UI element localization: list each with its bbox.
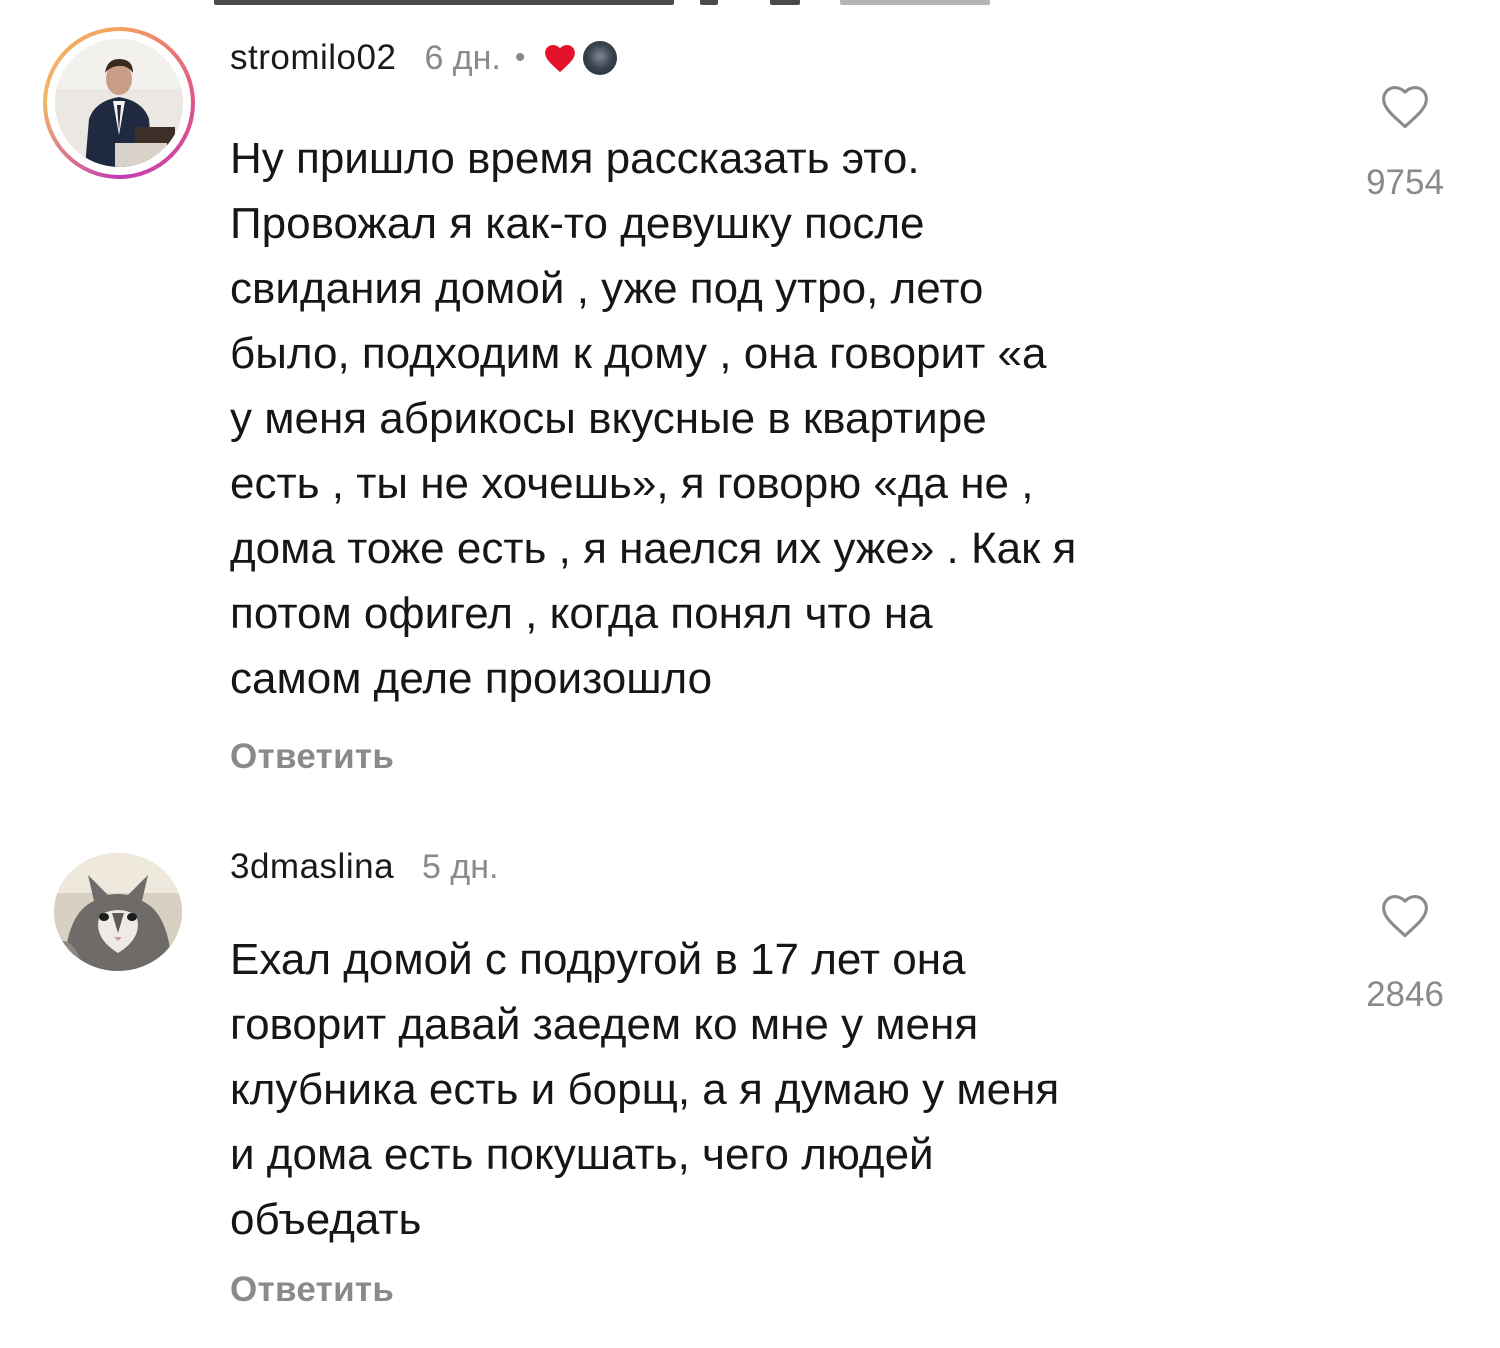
avatar-photo (55, 39, 183, 167)
comment-text: Ну пришло время рассказать это. Провожал… (230, 126, 1076, 711)
comment-line: у меня абрикосы вкусные в квартире (230, 394, 987, 443)
comment-line: Ну пришло время рассказать это. (230, 134, 920, 183)
comment-time: 6 дн. (424, 38, 501, 77)
username[interactable]: stromilo02 (230, 38, 396, 78)
heart-outline-icon[interactable] (1378, 892, 1432, 940)
comment-line: Ехал домой с подругой в 17 лет она (230, 935, 966, 984)
comment-line: дома тоже есть , я наелся их уже» . Как … (230, 524, 1077, 573)
heart-outline-icon[interactable] (1378, 83, 1432, 131)
comment-line: и дома есть покушать, чего людей (230, 1130, 934, 1179)
like-count: 9754 (1366, 163, 1444, 202)
comment-line: говорит давай заедем ко мне у меня (230, 1000, 979, 1049)
cat-avatar[interactable] (54, 853, 182, 971)
comment-line: объедать (230, 1195, 422, 1244)
comment-header: 3dmaslina 5 дн. (230, 847, 498, 887)
comment-line: есть , ты не хочешь», я говорю «да не , (230, 459, 1034, 508)
comment-line: свидания домой , уже под утро, лето (230, 264, 984, 313)
user-avatar-story-ring[interactable] (43, 27, 195, 179)
comment-line: самом деле произошло (230, 654, 713, 703)
reply-button[interactable]: Ответить (230, 737, 394, 777)
comment-line: потом офигел , когда понял что на (230, 589, 933, 638)
comment-header: stromilo02 6 дн. • (230, 38, 620, 78)
avatar-photo (54, 853, 182, 971)
previous-comment-cutoff (0, 0, 1500, 10)
person-in-suit-avatar (55, 39, 183, 167)
comment-text: Ехал домой с подругой в 17 лет она говор… (230, 927, 1059, 1252)
comment-line: Провожал я как-то девушку после (230, 199, 925, 248)
comment-time: 5 дн. (422, 847, 499, 886)
comment-line: клубника есть и борщ, а я думаю у меня (230, 1065, 1060, 1114)
comment-line: было, подходим к дому , она говорит «а (230, 329, 1047, 378)
like-count: 2846 (1366, 975, 1444, 1014)
author-avatar (581, 39, 620, 77)
username[interactable]: 3dmaslina (230, 847, 394, 887)
separator-dot: • (514, 41, 526, 74)
heart-icon (545, 44, 576, 73)
reply-button[interactable]: Ответить (230, 1270, 394, 1310)
